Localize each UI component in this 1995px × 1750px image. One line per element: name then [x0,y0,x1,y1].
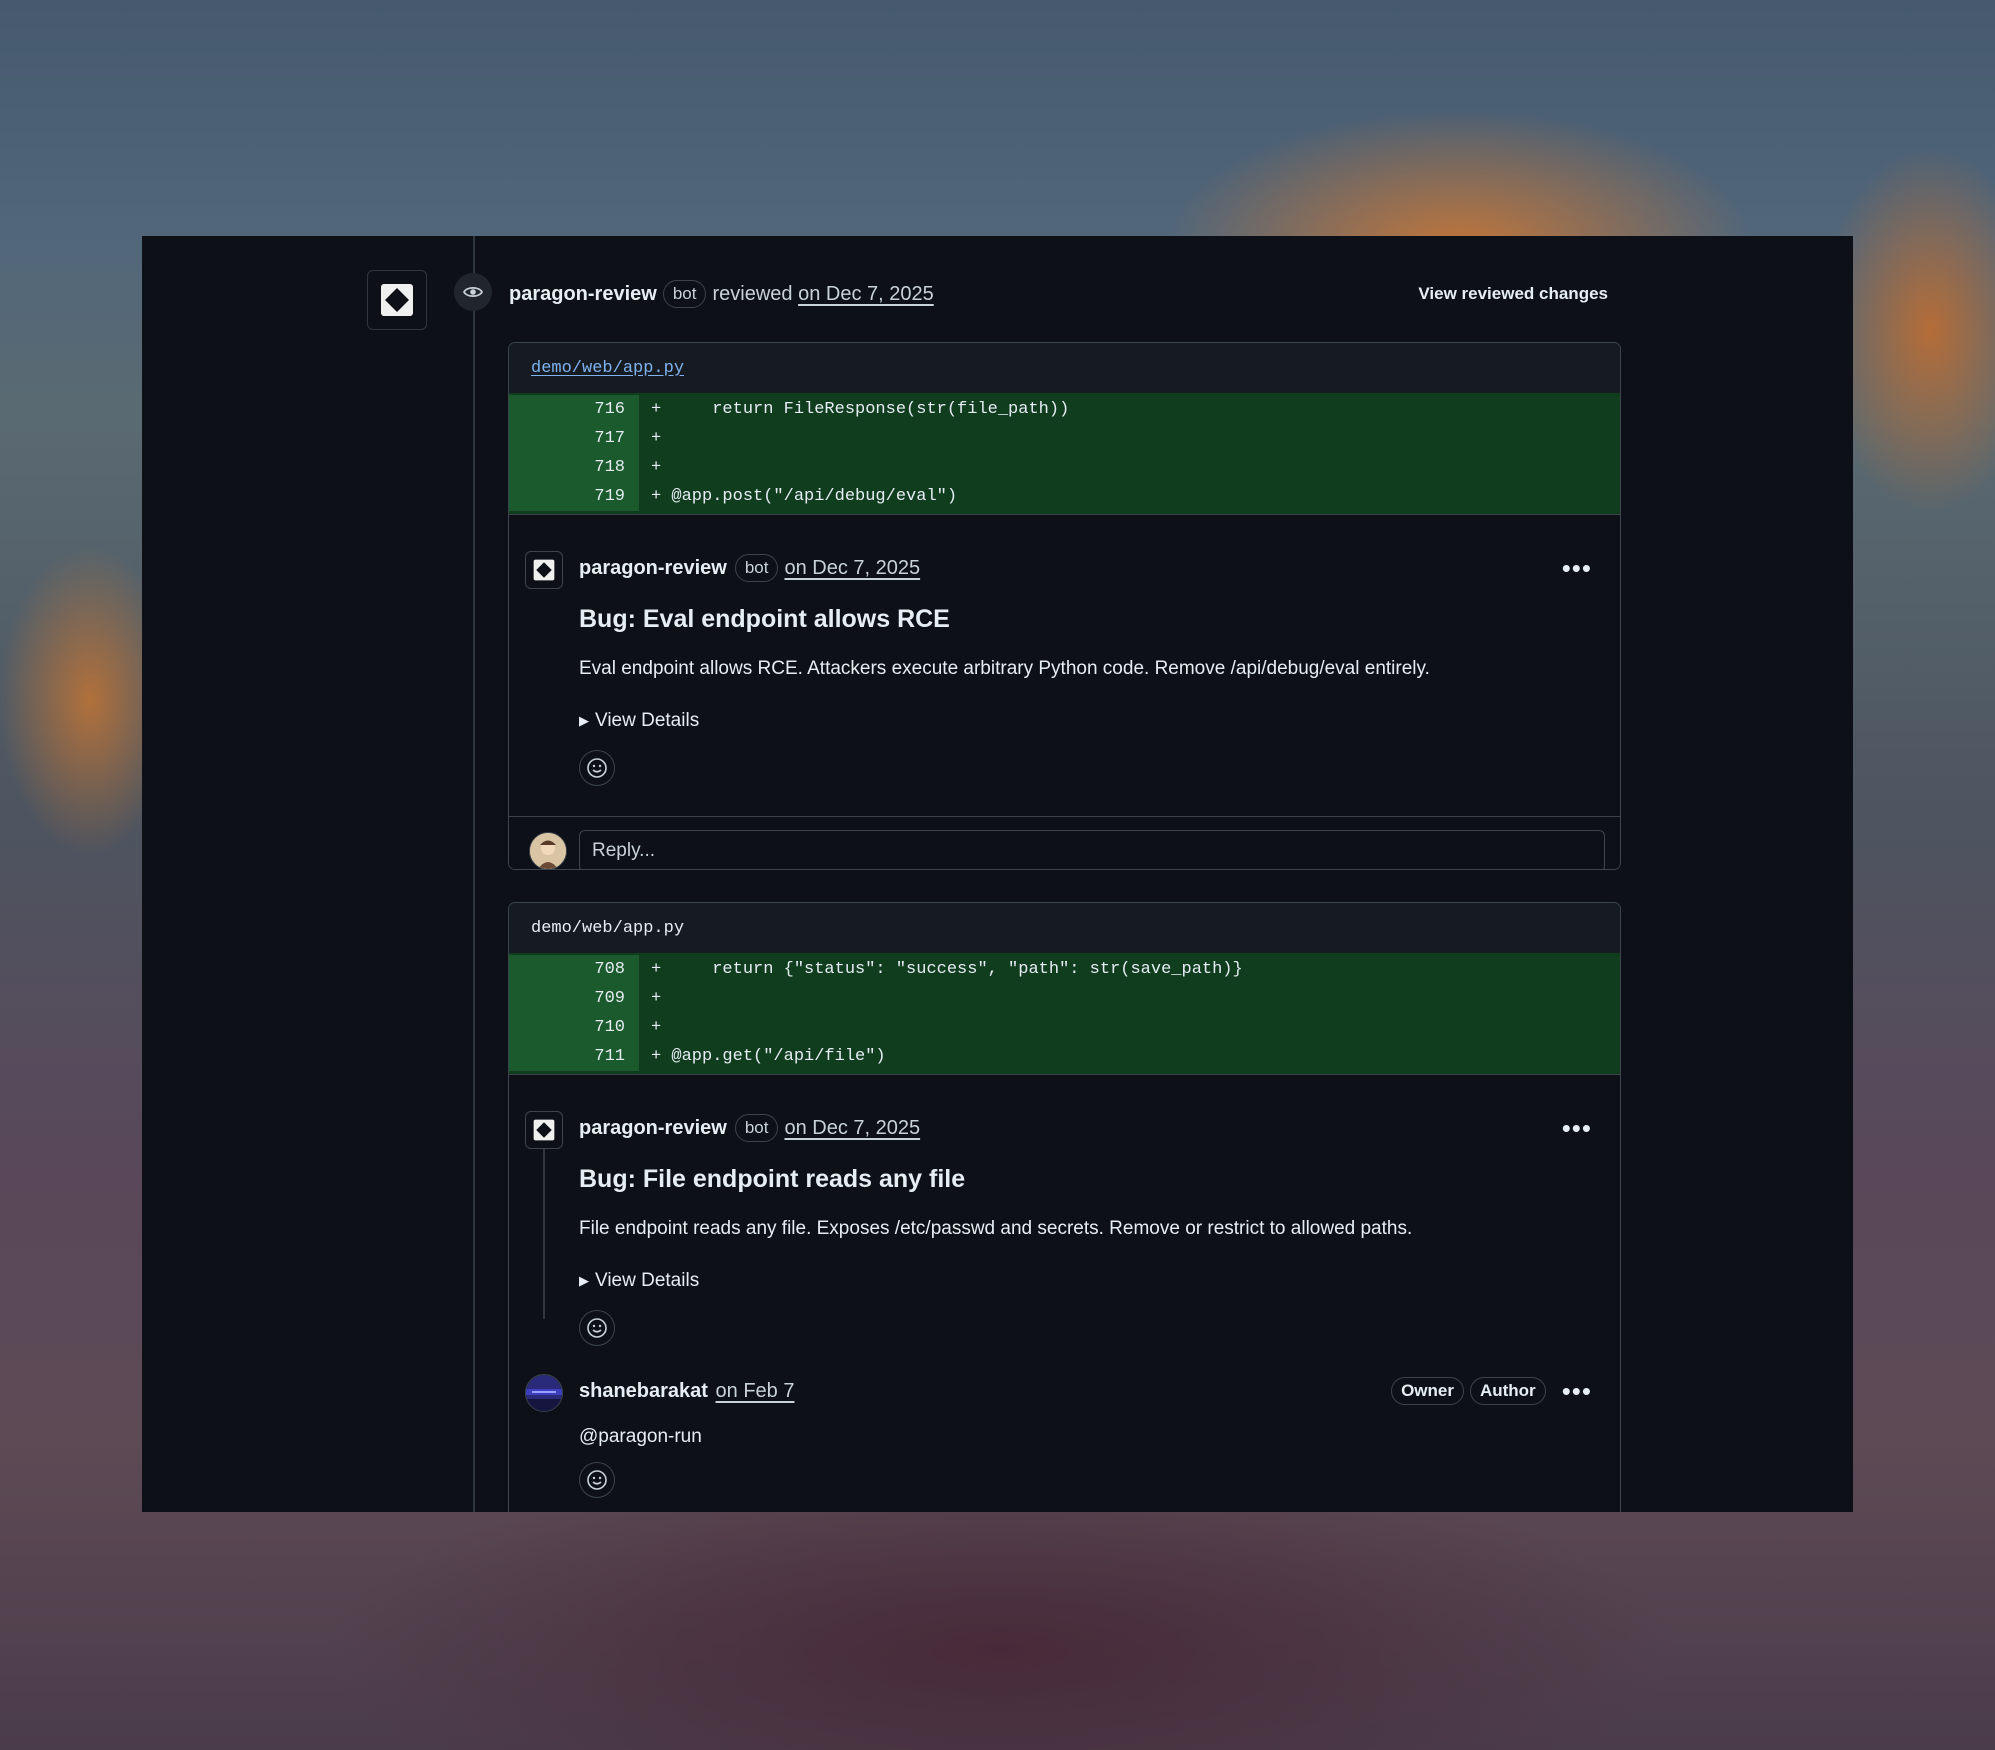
thread-connector-line [543,1149,545,1319]
review-comment: paragon-review bot on Dec 7, 2025 ••• Bu… [509,1075,1620,1346]
current-user-avatar[interactable] [529,832,567,869]
view-reviewed-changes-link[interactable]: View reviewed changes [1418,284,1608,304]
review-thread-2: demo/web/app.py 708 + return {"status": "… [508,902,1621,1512]
author-badge: Author [1469,1377,1546,1405]
reply-row: Reply... [509,816,1620,869]
view-details-label: View Details [595,710,700,731]
diff-hunk: 708 + return {"status": "success", "path"… [509,953,1620,1075]
view-details-toggle[interactable]: ▶ View Details [579,710,1592,732]
comment-title: Bug: Eval endpoint allows RCE [579,605,950,633]
eye-icon [454,273,492,311]
line-number[interactable]: 719 [509,482,639,511]
review-timeline-panel: paragon-review bot reviewed on Dec 7, 20… [142,236,1853,1512]
diff-hunk: 716 + return FileResponse(str(file_path))… [509,393,1620,515]
code-line: + [651,989,662,1008]
code-line: + [651,1018,662,1037]
reply-date-link[interactable]: on Feb 7 [716,1380,795,1403]
file-path-link[interactable]: demo/web/app.py [509,903,1620,953]
reviewer-avatar[interactable] [367,270,427,330]
diamond-logo-icon [533,559,555,581]
diff-line: 716 + return FileResponse(str(file_path)) [509,395,1620,424]
comment-title: Bug: File endpoint reads any file [579,1165,966,1193]
line-number[interactable]: 718 [509,453,639,482]
kebab-menu-icon[interactable]: ••• [1562,1115,1592,1141]
comment-body: File endpoint reads any file. Exposes /e… [579,1218,1413,1239]
diff-line: 719 + @app.post("/api/debug/eval") [509,482,1620,511]
comment-header: paragon-review bot on Dec 7, 2025 ••• [579,553,1592,583]
smiley-icon[interactable] [579,1310,615,1346]
diff-line: 718 + [509,453,1620,482]
smiley-icon[interactable] [579,1462,615,1498]
shanebarakat-avatar[interactable] [525,1374,563,1412]
comment-author[interactable]: paragon-review [579,1117,727,1140]
reply-body: @paragon-run [579,1426,702,1447]
bot-badge: bot [662,280,707,308]
code-line: + return FileResponse(str(file_path)) [651,400,1070,419]
diff-line: 708 + return {"status": "success", "path"… [509,955,1620,984]
reviewer-name[interactable]: paragon-review [509,283,657,306]
code-line: + [651,458,662,477]
line-number[interactable]: 710 [509,1013,639,1042]
kebab-menu-icon[interactable]: ••• [1562,1378,1592,1404]
view-details-toggle[interactable]: ▶ View Details [579,1270,1592,1292]
diff-line: 710 + [509,1013,1620,1042]
line-number[interactable]: 717 [509,424,639,453]
diamond-logo-icon [381,284,413,316]
kebab-menu-icon[interactable]: ••• [1562,555,1592,581]
review-date-link[interactable]: on Dec 7, 2025 [798,283,934,306]
bot-badge: bot [734,554,779,582]
file-path-link[interactable]: demo/web/app.py [509,343,1620,393]
review-action: reviewed [712,282,793,305]
line-number[interactable]: 716 [509,395,639,424]
reply-comment-header: shanebarakat on Feb 7 Owner Author ••• [579,1376,1592,1406]
comment-date-link[interactable]: on Dec 7, 2025 [784,557,920,580]
smiley-icon[interactable] [579,750,615,786]
reply-comment: shanebarakat on Feb 7 Owner Author ••• @… [509,1346,1620,1498]
reply-author[interactable]: shanebarakat [579,1380,708,1403]
diamond-logo-icon [533,1119,555,1141]
reply-input[interactable]: Reply... [579,830,1605,869]
review-header: paragon-review bot reviewed on Dec 7, 20… [509,274,1608,314]
code-line: + [651,429,662,448]
code-line: + @app.post("/api/debug/eval") [651,487,958,506]
bot-badge: bot [734,1114,779,1142]
view-details-label: View Details [595,1270,700,1291]
review-thread-1: demo/web/app.py 716 + return FileResponse… [508,342,1621,870]
timeline-line [473,236,475,1512]
owner-badge: Owner [1391,1377,1464,1405]
diff-line: 709 + [509,984,1620,1013]
comment-avatar[interactable] [525,1111,563,1149]
review-comment: paragon-review bot on Dec 7, 2025 ••• Bu… [509,515,1620,786]
diff-line: 717 + [509,424,1620,453]
line-number[interactable]: 708 [509,955,639,984]
comment-author[interactable]: paragon-review [579,557,727,580]
line-number[interactable]: 711 [509,1042,639,1071]
code-line: + return {"status": "success", "path": s… [651,960,1243,979]
line-number[interactable]: 709 [509,984,639,1013]
comment-date-link[interactable]: on Dec 7, 2025 [784,1117,920,1140]
comment-header: paragon-review bot on Dec 7, 2025 ••• [579,1113,1592,1143]
triangle-right-icon: ▶ [579,713,589,728]
comment-avatar[interactable] [525,551,563,589]
diff-line: 711 + @app.get("/api/file") [509,1042,1620,1071]
triangle-right-icon: ▶ [579,1273,589,1288]
comment-body: Eval endpoint allows RCE. Attackers exec… [579,658,1430,679]
code-line: + @app.get("/api/file") [651,1047,886,1066]
